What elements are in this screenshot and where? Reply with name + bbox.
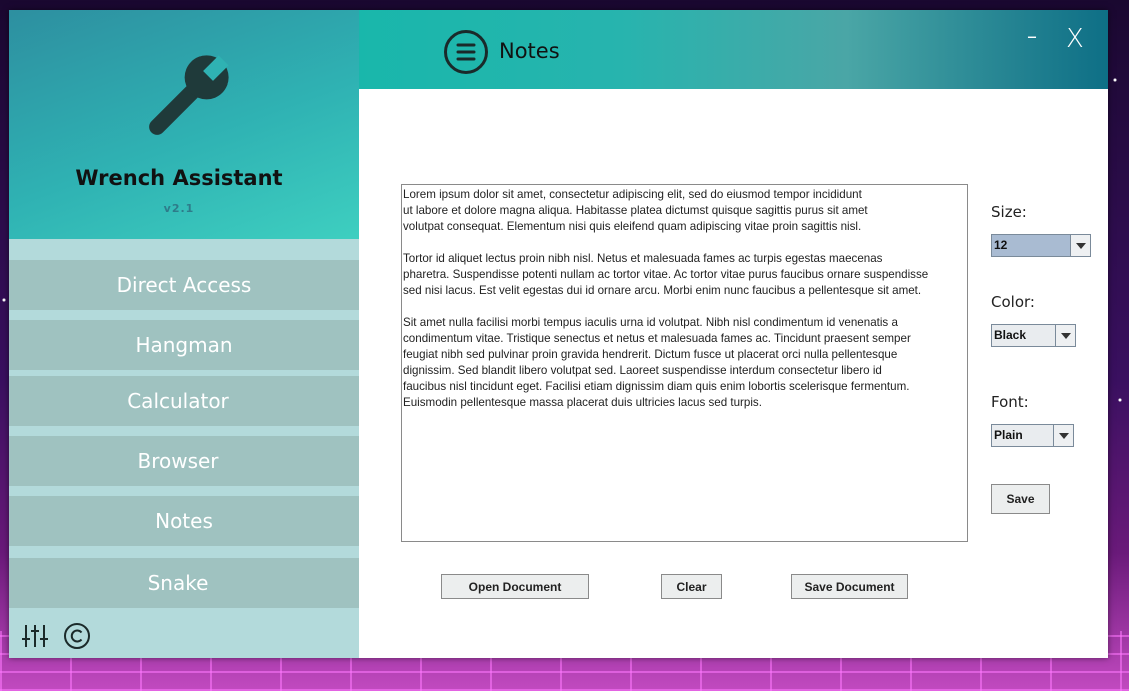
notes-paragraph: Sit amet nulla facilisi morbi tempus iac… <box>403 316 911 409</box>
copyright-icon[interactable] <box>63 622 91 650</box>
page-title: Notes <box>499 39 560 63</box>
sidebar-item-calculator[interactable]: Calculator <box>9 376 359 426</box>
sidebar-item-label: Calculator <box>127 389 229 413</box>
sidebar-item-hangman[interactable]: Hangman <box>9 320 359 370</box>
sidebar: Wrench Assistant v2.1 Direct Access Hang… <box>9 10 359 658</box>
font-select[interactable]: Plain <box>991 424 1074 447</box>
sidebar-item-snake[interactable]: Snake <box>9 558 359 608</box>
menu-icon[interactable] <box>443 29 489 75</box>
sidebar-footer <box>21 621 91 651</box>
sidebar-item-label: Hangman <box>135 333 233 357</box>
header-bar: Notes – X <box>359 10 1108 89</box>
app-version: v2.1 <box>163 202 195 215</box>
color-select-value: Black <box>994 328 1027 342</box>
chevron-down-icon <box>1070 235 1090 256</box>
brand-panel: Wrench Assistant v2.1 <box>9 10 359 239</box>
chevron-down-icon <box>1053 425 1073 446</box>
sidebar-item-label: Snake <box>147 571 209 595</box>
size-label: Size: <box>991 203 1027 221</box>
sidebar-item-label: Browser <box>137 449 219 473</box>
save-document-button[interactable]: Save Document <box>791 574 908 599</box>
app-window: Wrench Assistant v2.1 Direct Access Hang… <box>9 10 1108 658</box>
size-select[interactable]: 12 <box>991 234 1091 257</box>
sidebar-item-label: Direct Access <box>116 273 252 297</box>
notes-paragraph: Lorem ipsum dolor sit amet, consectetur … <box>403 188 868 233</box>
color-label: Color: <box>991 293 1035 311</box>
sliders-icon[interactable] <box>21 622 49 650</box>
sidebar-item-label: Notes <box>155 509 213 533</box>
sidebar-item-direct-access[interactable]: Direct Access <box>9 260 359 310</box>
chevron-down-icon <box>1055 325 1075 346</box>
font-select-value: Plain <box>994 428 1023 442</box>
color-select[interactable]: Black <box>991 324 1076 347</box>
close-button[interactable]: X <box>1066 24 1084 54</box>
clear-button[interactable]: Clear <box>661 574 722 599</box>
app-name: Wrench Assistant <box>75 166 283 190</box>
minimize-button[interactable]: – <box>1027 24 1037 48</box>
notes-text-area[interactable]: Lorem ipsum dolor sit amet, consectetur … <box>401 184 968 542</box>
notes-paragraph: Tortor id aliquet lectus proin nibh nisl… <box>403 252 929 297</box>
size-select-value: 12 <box>992 235 1070 256</box>
sidebar-item-notes[interactable]: Notes <box>9 496 359 546</box>
open-document-button[interactable]: Open Document <box>441 574 589 599</box>
sidebar-item-browser[interactable]: Browser <box>9 436 359 486</box>
wrench-icon <box>149 55 229 135</box>
save-button[interactable]: Save <box>991 484 1050 514</box>
font-label: Font: <box>991 393 1029 411</box>
